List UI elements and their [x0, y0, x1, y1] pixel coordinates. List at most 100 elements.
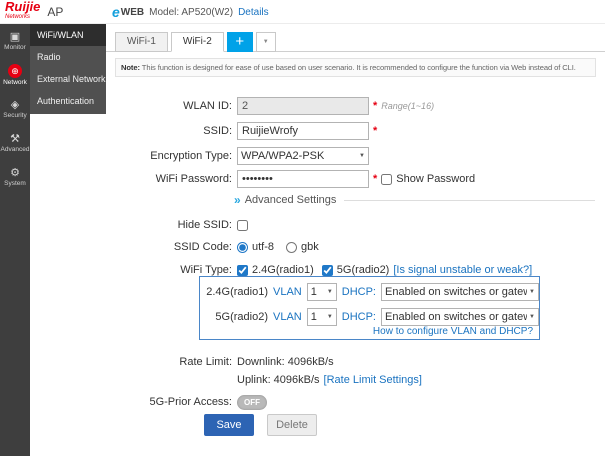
vlan-dhcp-help-link[interactable]: How to configure VLAN and DHCP?	[373, 326, 533, 337]
tab-wifi-2[interactable]: WiFi-2	[171, 32, 224, 52]
rate-limit-uplink-row: Uplink: 4096kB/s [Rate Limit Settings]	[106, 370, 605, 390]
ssid-label: SSID:	[106, 125, 232, 137]
main-sidebar: ▣ Monitor ⊕ Network ◈ Security ⚒ Advance…	[0, 24, 30, 456]
subnav-item-wifi-wlan[interactable]: WiFi/WLAN	[30, 24, 106, 46]
chevron-down-icon: ▼	[529, 289, 535, 295]
wifi-type-5g-checkbox[interactable]	[322, 265, 333, 276]
sidebar-item-monitor[interactable]: ▣ Monitor	[0, 24, 30, 58]
note-label: Note:	[121, 63, 140, 72]
ssid-code-label: SSID Code:	[106, 241, 232, 253]
ssid-code-utf8-label: utf-8	[252, 241, 274, 253]
eweb-app-name: WEB	[121, 7, 144, 18]
main-content: WiFi-1 WiFi-2 + ▼ Note: This function is…	[106, 24, 605, 456]
rate-limit-label: Rate Limit:	[106, 356, 232, 368]
signal-unstable-link[interactable]: [Is signal unstable or weak?]	[393, 264, 532, 276]
radio1-dhcp-select[interactable]: Enabled on switches or gatewa ▼	[381, 283, 539, 301]
add-wifi-button[interactable]: +	[227, 32, 253, 52]
wifi-type-24g-label: 2.4G(radio1)	[252, 264, 314, 276]
note-text: This function is designed for ease of us…	[140, 63, 576, 72]
radio1-vlan-link[interactable]: VLAN	[273, 286, 302, 298]
rate-limit-downlink: Downlink: 4096kB/s	[237, 356, 334, 368]
wifi-password-row: WiFi Password: * Show Password	[106, 169, 605, 189]
eweb-logo-icon: e	[112, 4, 120, 20]
sidebar-item-system[interactable]: ⚙ System	[0, 160, 30, 194]
save-button[interactable]: Save	[204, 414, 254, 436]
system-gear-icon: ⚙	[10, 167, 20, 179]
prior-access-toggle[interactable]: OFF	[237, 395, 267, 410]
radio2-vlan-select[interactable]: 1 ▼	[307, 308, 337, 326]
wlan-id-range-hint: Range(1~16)	[381, 101, 434, 111]
divider	[344, 200, 595, 201]
hide-ssid-row: Hide SSID:	[106, 215, 605, 235]
eweb-header: e WEB Model: AP520(W2) Details	[112, 0, 269, 24]
network-icon: ⊕	[8, 64, 22, 78]
top-bar: Ruijie Networks AP e WEB Model: AP520(W2…	[0, 0, 605, 24]
device-model: Model: AP520(W2)	[149, 7, 233, 18]
subnav-item-radio[interactable]: Radio	[30, 46, 106, 68]
rate-limit-uplink: Uplink: 4096kB/s	[237, 374, 320, 386]
prior-access-label: 5G-Prior Access:	[106, 396, 232, 408]
advanced-settings-toggle[interactable]: Advanced Settings	[245, 194, 337, 206]
note-banner: Note: This function is designed for ease…	[115, 58, 596, 77]
product-name: AP	[47, 5, 63, 19]
radio2-dhcp-link[interactable]: DHCP:	[342, 311, 376, 323]
vlan-dhcp-panel: 2.4G(radio1) VLAN 1 ▼ DHCP: Enabled on s…	[199, 276, 540, 340]
radio1-vlan-row: 2.4G(radio1) VLAN 1 ▼ DHCP: Enabled on s…	[200, 283, 539, 301]
delete-button[interactable]: Delete	[267, 414, 317, 436]
sidebar-item-advanced[interactable]: ⚒ Advanced	[0, 126, 30, 160]
wifi-type-24g-checkbox[interactable]	[237, 265, 248, 276]
encryption-row: Encryption Type: WPA/WPA2-PSK ▼	[106, 146, 605, 166]
network-submenu: WiFi/WLAN Radio External Network Authent…	[30, 24, 106, 114]
hide-ssid-checkbox[interactable]	[237, 220, 248, 231]
hide-ssid-label: Hide SSID:	[106, 219, 232, 231]
monitor-icon: ▣	[10, 31, 20, 43]
details-link[interactable]: Details	[238, 7, 269, 18]
radio2-vlan-link[interactable]: VLAN	[273, 311, 302, 323]
radio2-vlan-row: 5G(radio2) VLAN 1 ▼ DHCP: Enabled on swi…	[200, 308, 539, 326]
encryption-select[interactable]: WPA/WPA2-PSK ▼	[237, 147, 369, 165]
rate-limit-downlink-row: Rate Limit: Downlink: 4096kB/s	[106, 352, 605, 372]
sidebar-item-network[interactable]: ⊕ Network	[0, 58, 30, 92]
rate-limit-settings-link[interactable]: [Rate Limit Settings]	[324, 374, 422, 386]
ssid-code-gbk-radio[interactable]	[286, 242, 297, 253]
password-required-asterisk: *	[373, 173, 377, 185]
sidebar-item-security[interactable]: ◈ Security	[0, 92, 30, 126]
ssid-required-asterisk: *	[373, 125, 377, 137]
security-icon: ◈	[11, 99, 19, 111]
radio1-name: 2.4G(radio1)	[200, 286, 268, 298]
tab-overflow-dropdown[interactable]: ▼	[256, 32, 276, 52]
radio1-vlan-select[interactable]: 1 ▼	[307, 283, 337, 301]
wifi-type-5g-label: 5G(radio2)	[337, 264, 390, 276]
ssid-code-gbk-label: gbk	[301, 241, 319, 253]
prior-access-row: 5G-Prior Access: OFF	[106, 392, 605, 412]
advanced-icon: ⚒	[10, 133, 20, 145]
show-password-checkbox[interactable]	[381, 174, 392, 185]
radio1-dhcp-link[interactable]: DHCP:	[342, 286, 376, 298]
wlan-id-input[interactable]	[237, 97, 369, 115]
encryption-label: Encryption Type:	[106, 150, 232, 162]
ruijie-logo: Ruijie Networks AP	[5, 1, 63, 23]
brand-name: Ruijie	[5, 2, 40, 12]
wifi-password-label: WiFi Password:	[106, 173, 232, 185]
ssid-input[interactable]	[237, 122, 369, 140]
ssid-row: SSID: *	[106, 121, 605, 141]
ruijie-logo-text: Ruijie Networks	[5, 2, 40, 22]
subnav-item-external-network[interactable]: External Network	[30, 68, 106, 90]
brand-sub: Networks	[5, 12, 40, 22]
wifi-password-input[interactable]	[237, 170, 369, 188]
subnav-item-authentication[interactable]: Authentication	[30, 90, 106, 112]
chevron-down-icon: ▼	[359, 153, 365, 159]
ssid-code-utf8-radio[interactable]	[237, 242, 248, 253]
tab-wifi-1[interactable]: WiFi-1	[115, 32, 168, 52]
wifi-type-label: WiFi Type:	[106, 264, 232, 276]
radio2-name: 5G(radio2)	[200, 311, 268, 323]
radio2-dhcp-select[interactable]: Enabled on switches or gatew ▼	[381, 308, 539, 326]
advanced-settings-section: » Advanced Settings	[106, 192, 605, 208]
expand-chevron-icon[interactable]: »	[234, 193, 241, 207]
chevron-down-icon: ▼	[327, 314, 333, 320]
wlan-id-label: WLAN ID:	[106, 100, 232, 112]
show-password-label: Show Password	[396, 173, 475, 185]
wlan-id-row: WLAN ID: * Range(1~16)	[106, 96, 605, 116]
ssid-code-row: SSID Code: utf-8 gbk	[106, 237, 605, 257]
wifi-tab-bar: WiFi-1 WiFi-2 + ▼	[106, 31, 605, 52]
